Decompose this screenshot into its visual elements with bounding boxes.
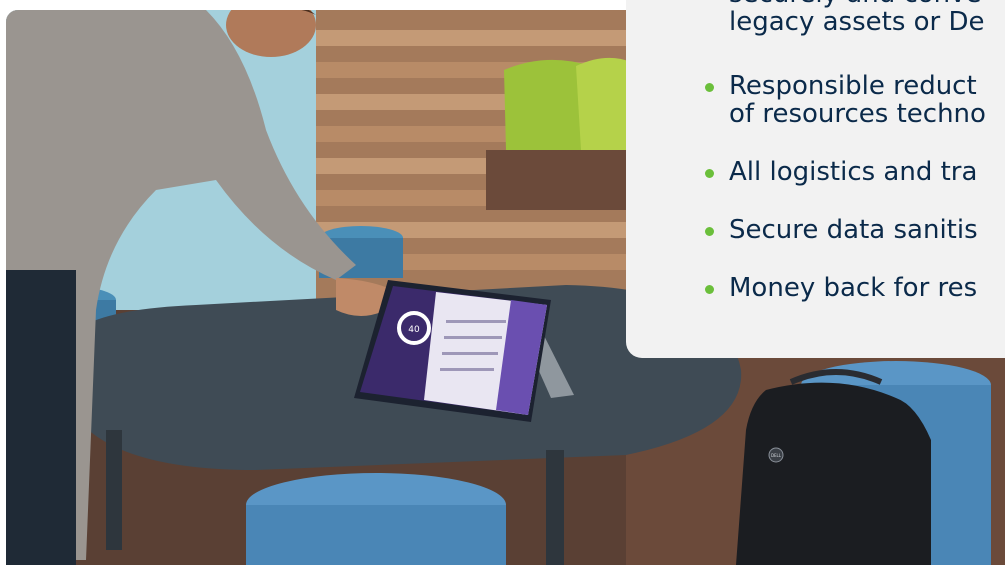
benefits-list: securely and conve legacy assets or De R… (705, 0, 1005, 302)
bullet-dot-icon (705, 285, 714, 294)
bullet-item: securely and conve legacy assets or De (705, 0, 1005, 36)
bullet-item: Money back for res (705, 274, 1005, 302)
bullet-item: Secure data sanitis (705, 216, 1005, 244)
bench (486, 150, 636, 210)
bag-logo-text: DELL (771, 453, 782, 458)
bullet-line: Secure data sanitis (729, 215, 978, 245)
foreground-stool (246, 473, 506, 565)
bullet-line: All logistics and tra (729, 157, 978, 187)
bullet-line: Responsible reduct (729, 71, 977, 101)
bullet-dot-icon (705, 169, 714, 178)
bullet-dot-icon (705, 227, 714, 236)
bullet-line: legacy assets or De (729, 7, 985, 37)
bullet-dot-icon (705, 83, 714, 92)
tablet-screen-value: 40 (408, 325, 420, 335)
bullet-line: of resources techno (729, 99, 986, 129)
bullet-line: Money back for res (729, 273, 978, 302)
green-cushion (576, 57, 631, 150)
bullet-item: All logistics and tra (705, 158, 1005, 186)
bullet-item: Responsible reduct of resources techno (705, 72, 1005, 128)
backpack: DELL (736, 369, 931, 565)
